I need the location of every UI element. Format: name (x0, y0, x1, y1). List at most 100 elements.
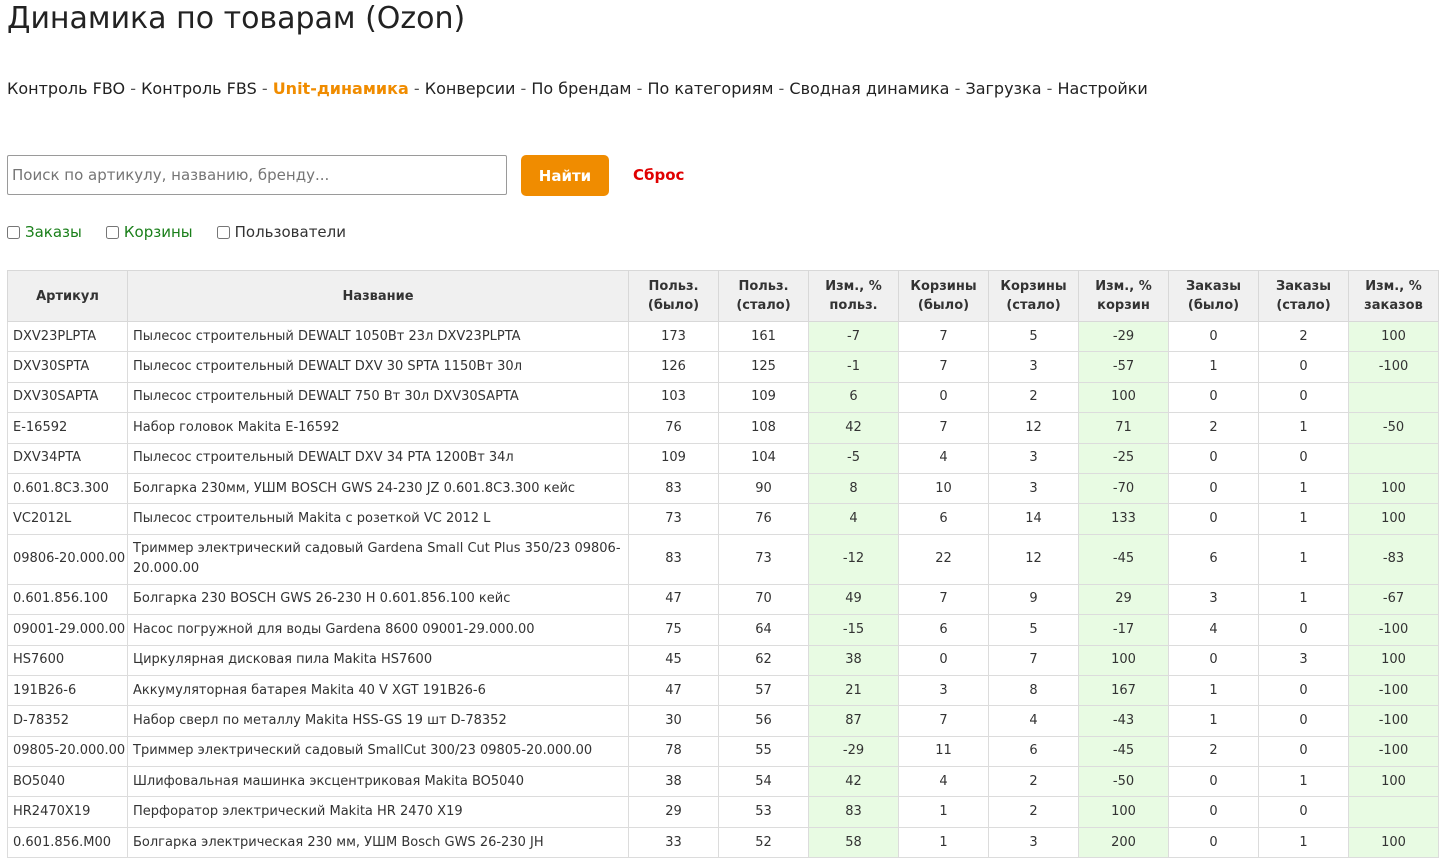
table-cell: 108 (718, 412, 809, 444)
column-header[interactable]: Заказы (было) (1168, 270, 1259, 322)
nav-link[interactable]: Unit-динамика (273, 79, 409, 98)
table-cell: 11 (898, 735, 989, 768)
sku-cell: HR2470X19 (7, 796, 128, 828)
product-name-cell: Болгарка 230 BOSCH GWS 26-230 H 0.601.85… (127, 583, 629, 616)
nav-link[interactable]: По категориям (647, 79, 773, 98)
table-cell: -100 (1348, 705, 1439, 737)
nav-link[interactable]: Контроль FBO (7, 79, 125, 98)
table-cell: 62 (718, 644, 809, 676)
table-cell: 200 (1078, 826, 1169, 859)
table-cell: 7 (898, 320, 989, 353)
product-name-cell: Пылесос строительный DEWALT DXV 34 PTA 1… (127, 442, 629, 474)
table-cell: 1 (1258, 583, 1349, 616)
filter-carts[interactable]: Корзины (105, 222, 193, 242)
sku-cell: DXV30SPTA (7, 351, 128, 383)
column-header[interactable]: Изм., % корзин (1078, 270, 1169, 322)
table-cell: 57 (718, 674, 809, 707)
product-name-cell: Перфоратор электрический Makita HR 2470 … (127, 796, 629, 828)
table-row: DXV30SPTA Пылесос строительный DEWALT DXV… (7, 351, 1439, 383)
nav-link[interactable]: По брендам (531, 79, 631, 98)
filter-users-label: Пользователи (234, 223, 346, 241)
column-header[interactable]: Артикул (7, 270, 128, 322)
table-cell: 173 (628, 320, 719, 353)
table-row: VC2012L Пылесос строительный Makita с роз… (7, 503, 1439, 535)
table-cell: -100 (1348, 614, 1439, 646)
dynamics-table: Артикул Название Польз. (было) Польз. (стало)… (7, 270, 1439, 859)
column-header[interactable]: Изм., % заказов (1348, 270, 1439, 322)
table-row: 0.601.856.100 Болгарка 230 BOSCH GWS 26-2… (7, 583, 1439, 616)
table-cell: 73 (718, 533, 809, 585)
table-cell: 42 (808, 766, 899, 798)
product-name-cell: Набор сверл по металлу Makita HSS-GS 19 … (127, 705, 629, 737)
filter-orders-checkbox[interactable] (7, 225, 20, 239)
find-button[interactable]: Найти (521, 155, 609, 196)
table-cell: 76 (718, 503, 809, 535)
table-cell: 2 (1168, 412, 1259, 444)
table-cell: 0 (1168, 472, 1259, 505)
column-header[interactable]: Изм., % польз. (808, 270, 899, 322)
table-cell: 12 (988, 533, 1079, 585)
nav-link[interactable]: Сводная динамика (789, 79, 949, 98)
column-header[interactable]: Корзины (было) (898, 270, 989, 322)
sku-cell: 0.601.856.100 (7, 583, 128, 616)
top-navigation: Контроль FBO - Контроль FBS - Unit-динам… (7, 78, 1148, 100)
filter-checkboxes: Заказы Корзины Пользователи (7, 222, 346, 242)
sku-cell: DXV30SAPTA (7, 381, 128, 414)
table-cell: -50 (1078, 766, 1169, 798)
table-cell: 100 (1078, 644, 1169, 676)
filter-users[interactable]: Пользователи (216, 222, 346, 242)
table-cell: 0 (1258, 796, 1349, 828)
table-cell: 6 (898, 503, 989, 535)
table-row: DXV23PLPTA Пылесос строительный DEWALT 10… (7, 320, 1439, 353)
table-cell: 133 (1078, 503, 1169, 535)
table-cell: 1 (898, 826, 989, 859)
table-cell: 1 (1258, 503, 1349, 535)
table-cell: 5 (988, 320, 1079, 353)
table-cell: 47 (628, 674, 719, 707)
table-header-row: Артикул Название Польз. (было) Польз. (стало)… (7, 270, 1439, 322)
nav-link[interactable]: Контроль FBS (141, 79, 257, 98)
column-header[interactable]: Заказы (стало) (1258, 270, 1349, 322)
table-cell: 109 (718, 381, 809, 414)
table-cell: 54 (718, 766, 809, 798)
table-row: D-78352 Набор сверл по металлу Makita HSS… (7, 705, 1439, 737)
table-cell: 42 (808, 412, 899, 444)
filter-carts-checkbox[interactable] (105, 225, 119, 239)
reset-link[interactable]: Сброс (633, 165, 684, 185)
filter-orders[interactable]: Заказы (7, 222, 82, 242)
table-cell: -5 (808, 442, 899, 474)
table-cell: -100 (1348, 351, 1439, 383)
table-cell: 6 (988, 735, 1079, 768)
nav-separator: - (408, 79, 425, 98)
nav-link[interactable]: Настройки (1057, 79, 1147, 98)
nav-separator: - (773, 79, 790, 98)
nav-link[interactable]: Загрузка (965, 79, 1041, 98)
column-header[interactable]: Польз. (было) (628, 270, 719, 322)
table-cell: -100 (1348, 735, 1439, 768)
nav-separator: - (125, 79, 142, 98)
table-cell: 83 (808, 796, 899, 828)
table-cell: 2 (1168, 735, 1259, 768)
table-cell: 9 (988, 583, 1079, 616)
search-input[interactable] (7, 155, 507, 195)
column-header[interactable]: Название (127, 270, 629, 322)
table-cell: 7 (898, 351, 989, 383)
table-cell: 0 (1258, 381, 1349, 414)
table-cell: 167 (1078, 674, 1169, 707)
nav-link[interactable]: Конверсии (425, 79, 516, 98)
table-cell: 104 (718, 442, 809, 474)
filter-carts-label: Корзины (123, 223, 193, 241)
table-cell: 1 (1168, 351, 1259, 383)
filter-users-checkbox[interactable] (216, 225, 230, 239)
table-cell: -57 (1078, 351, 1169, 383)
table-cell: 0 (1168, 826, 1259, 859)
table-cell: 3 (898, 674, 989, 707)
column-header[interactable]: Польз. (стало) (718, 270, 809, 322)
column-header[interactable]: Корзины (стало) (988, 270, 1079, 322)
table-cell: 90 (718, 472, 809, 505)
table-cell: 2 (988, 766, 1079, 798)
table-row: 0.601.856.M00 Болгарка электрическая 230 … (7, 826, 1439, 859)
table-cell: 0 (1168, 796, 1259, 828)
table-cell: 0 (898, 381, 989, 414)
table-cell: 0 (1258, 705, 1349, 737)
